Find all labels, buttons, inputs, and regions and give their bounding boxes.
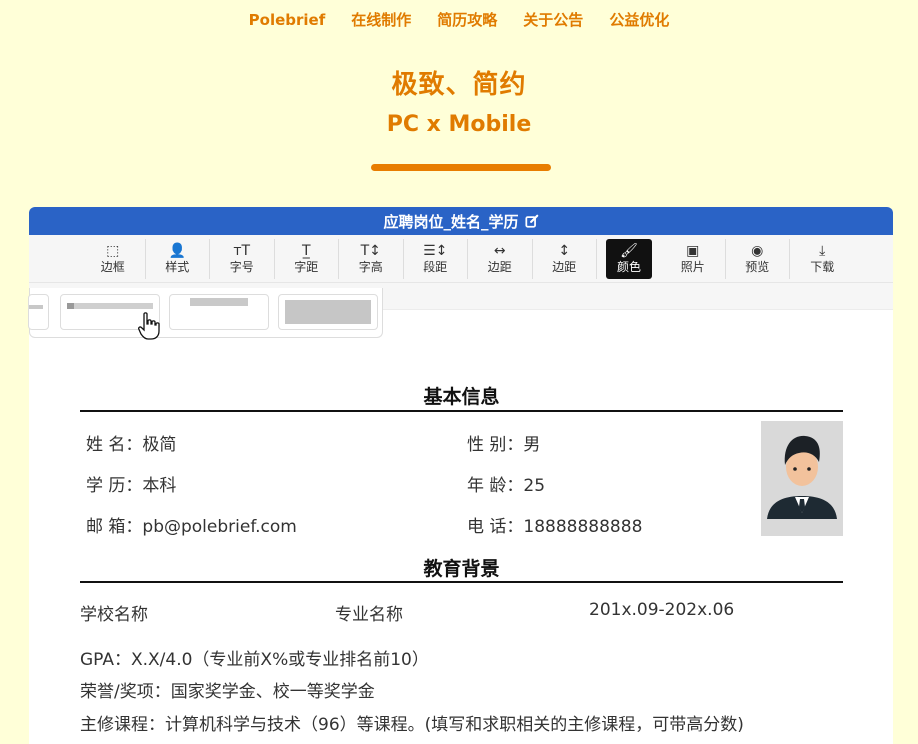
hero-divider <box>371 164 551 171</box>
edit-icon[interactable] <box>524 214 539 228</box>
field-phone[interactable]: 电 话：18888888888 <box>467 512 642 537</box>
paragraph-spacing-icon: ☰↕ <box>423 243 448 259</box>
border-option-4[interactable] <box>278 294 378 330</box>
hand-cursor-icon <box>138 312 160 340</box>
vertical-margin-icon: ↕ <box>558 243 571 259</box>
field-period[interactable]: 201x.09-202x.06 <box>589 600 734 620</box>
tool-letter-spacing[interactable]: T̲ 字距 <box>275 238 339 279</box>
tool-label: 段距 <box>423 260 448 274</box>
nav-link-polebrief[interactable]: Polebrief <box>249 9 326 31</box>
nav-link-online-create[interactable]: 在线制作 <box>351 9 411 31</box>
section-title-education: 教育背景 <box>423 558 500 580</box>
tool-download[interactable]: ⤓ 下载 <box>790 239 855 279</box>
eye-icon: ◉ <box>751 243 764 259</box>
field-name[interactable]: 姓 名：极简 <box>86 430 176 455</box>
tool-color[interactable]: 🖌 颜色 <box>606 238 652 279</box>
tool-preview[interactable]: ◉ 预览 <box>726 238 790 279</box>
tool-label: 边框 <box>100 260 125 274</box>
tool-label: 预览 <box>745 260 770 274</box>
tool-label: 样式 <box>165 260 190 274</box>
field-education[interactable]: 学 历：本科 <box>86 471 176 496</box>
hero-title: 极致、简约 <box>391 70 527 100</box>
letter-spacing-icon: T̲ <box>301 243 311 259</box>
image-icon: ▣ <box>686 243 700 259</box>
document-title: 应聘岗位_姓名_学历 <box>383 212 519 231</box>
tool-label: 照片 <box>680 260 705 274</box>
tool-label: 颜色 <box>616 260 641 274</box>
tool-style[interactable]: 👤 样式 <box>146 238 210 279</box>
nav-link-announcement[interactable]: 关于公告 <box>523 9 583 31</box>
border-icon: ⬚ <box>106 243 120 259</box>
line-height-icon: T↕ <box>360 243 381 259</box>
tool-photo[interactable]: ▣ 照片 <box>661 238 726 279</box>
tool-vertical-margin[interactable]: ↕ 边距 <box>533 238 597 279</box>
section-divider <box>80 410 843 412</box>
field-email[interactable]: 邮 箱：pb@polebrief.com <box>86 512 297 537</box>
font-size-icon: тT <box>233 243 251 259</box>
tool-label: 字高 <box>358 260 383 274</box>
field-school[interactable]: 学校名称 <box>80 600 148 625</box>
tool-border[interactable]: ⬚ 边框 <box>81 238 146 279</box>
user-icon: 👤 <box>168 243 186 259</box>
tool-label: 边距 <box>552 260 577 274</box>
paint-bucket-icon: 🖌 <box>620 243 638 259</box>
border-style-popup <box>28 288 383 338</box>
hero-subtitle: PC x Mobile <box>386 112 532 137</box>
tool-line-height[interactable]: T↕ 字高 <box>339 238 404 279</box>
field-major[interactable]: 专业名称 <box>335 600 403 625</box>
field-gpa[interactable]: GPA：X.X/4.0（专业前X%或专业排名前10） <box>80 645 429 670</box>
field-gender[interactable]: 性 别：男 <box>467 430 540 455</box>
section-title-basic: 基本信息 <box>423 386 500 408</box>
tool-label: 下载 <box>810 260 835 274</box>
tool-paragraph-spacing[interactable]: ☰↕ 段距 <box>404 238 468 279</box>
document-title-bar[interactable]: 应聘岗位_姓名_学历 <box>29 207 893 235</box>
tool-label: 字号 <box>229 260 254 274</box>
field-honors[interactable]: 荣誉/奖项：国家奖学金、校一等奖学金 <box>80 677 375 702</box>
field-age[interactable]: 年 龄：25 <box>467 471 545 496</box>
border-option-3[interactable] <box>169 294 269 330</box>
avatar[interactable] <box>761 421 843 536</box>
nav-link-resume-tips[interactable]: 简历攻略 <box>437 9 497 31</box>
border-option-1[interactable] <box>28 294 49 330</box>
format-toolbar: ⬚ 边框 👤 样式 тT 字号 T̲ 字距 T↕ 字高 ☰↕ 段距 ↔ 边距 ↕ <box>29 235 893 283</box>
horizontal-margin-icon: ↔ <box>493 243 506 259</box>
download-icon: ⤓ <box>819 243 826 259</box>
section-divider <box>80 581 843 583</box>
top-nav: Polebrief 在线制作 简历攻略 关于公告 公益优化 <box>0 9 918 31</box>
tool-horizontal-margin[interactable]: ↔ 边距 <box>468 238 533 279</box>
nav-link-charity[interactable]: 公益优化 <box>609 9 669 31</box>
tool-label: 边距 <box>487 260 512 274</box>
tool-label: 字距 <box>294 260 319 274</box>
tool-font-size[interactable]: тT 字号 <box>210 238 275 279</box>
field-courses[interactable]: 主修课程：计算机科学与技术（96）等课程。(填写和求职相关的主修课程，可带高分数… <box>80 710 744 735</box>
